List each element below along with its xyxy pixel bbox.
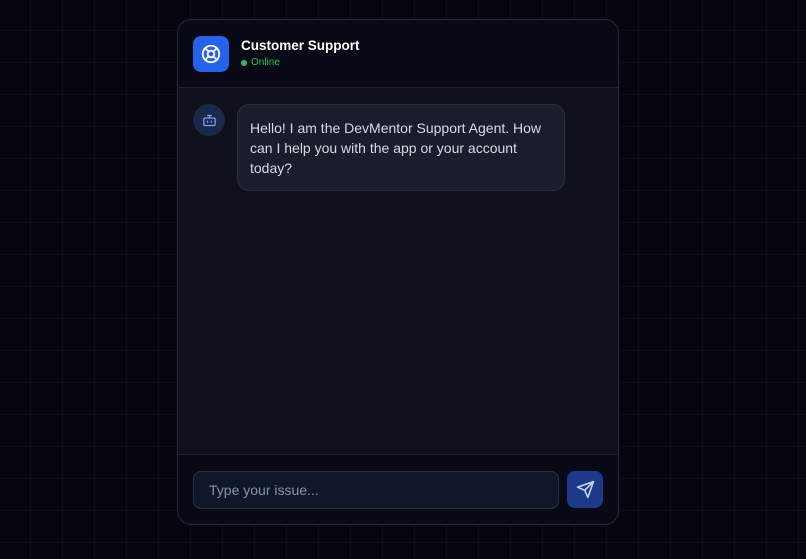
support-avatar bbox=[193, 35, 229, 72]
message-list: Hello! I am the DevMentor Support Agent.… bbox=[178, 88, 618, 454]
send-icon bbox=[576, 480, 594, 499]
send-button[interactable] bbox=[567, 471, 603, 508]
message-bubble: Hello! I am the DevMentor Support Agent.… bbox=[237, 104, 565, 191]
bot-icon bbox=[202, 114, 216, 126]
header-text: Customer Support Online bbox=[241, 38, 360, 69]
chat-header: Customer Support Online bbox=[178, 20, 618, 88]
online-status: Online bbox=[241, 57, 360, 69]
support-chat-window: Customer Support Online Hello! I am the … bbox=[177, 19, 619, 525]
bot-message: Hello! I am the DevMentor Support Agent.… bbox=[193, 104, 603, 191]
chat-title: Customer Support bbox=[241, 38, 360, 53]
status-text: Online bbox=[251, 57, 280, 68]
bot-avatar bbox=[193, 104, 225, 136]
issue-input[interactable] bbox=[193, 470, 560, 509]
status-dot bbox=[241, 60, 247, 66]
chat-input-bar bbox=[178, 454, 618, 524]
lifebuoy-icon bbox=[201, 44, 221, 63]
